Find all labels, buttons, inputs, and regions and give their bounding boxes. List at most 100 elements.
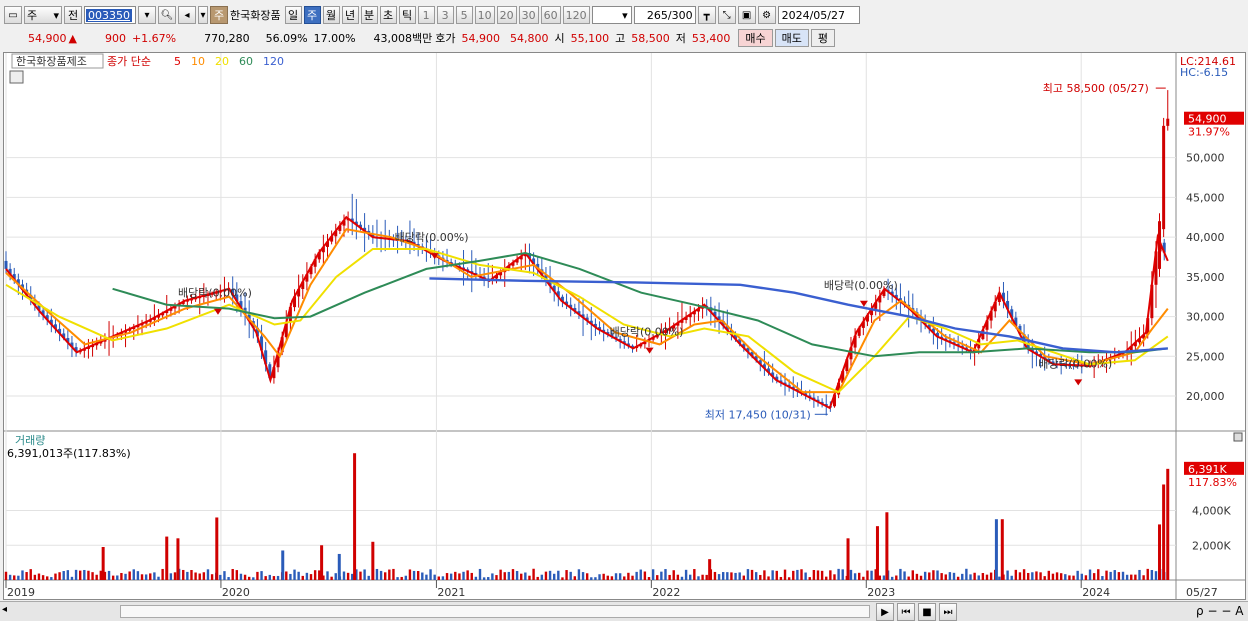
volume-bar <box>841 569 844 580</box>
volume-bar <box>779 576 783 580</box>
rewind-icon[interactable]: ⏮ <box>897 603 915 621</box>
volume-bar <box>454 571 457 580</box>
volume-bar <box>470 572 473 580</box>
volume-bar <box>833 574 836 580</box>
volume-bar <box>557 570 560 580</box>
interval-button-3[interactable]: 년 <box>341 6 359 24</box>
volume-bar <box>144 574 148 580</box>
interval-button-5[interactable]: 초 <box>379 6 397 24</box>
volume-bar <box>433 574 436 580</box>
volume-bar <box>70 576 74 580</box>
volume-bar <box>1064 574 1067 580</box>
last-date-label: 05/27 <box>1186 586 1218 599</box>
up-arrow-icon: ▲ <box>68 31 77 45</box>
volume-bar <box>849 569 853 580</box>
draw-tool-icon[interactable]: ⤡ <box>717 6 736 24</box>
zoom-out-icon[interactable]: − <box>1207 604 1217 618</box>
volume-bar <box>606 575 609 580</box>
volume-bar <box>1097 569 1100 580</box>
high-label: 고 <box>615 32 626 45</box>
volume-bar <box>29 569 32 580</box>
volume-bar <box>684 569 688 580</box>
chevron-down-icon: ▾ <box>622 8 628 22</box>
volume-bar <box>116 575 119 580</box>
eval-button[interactable]: 평 <box>810 29 836 47</box>
gear-icon[interactable]: ⚙ <box>757 6 776 24</box>
layout-icon[interactable]: ▭ <box>4 6 22 24</box>
stop-icon[interactable]: ■ <box>918 603 936 621</box>
close-icon[interactable] <box>1233 432 1243 442</box>
tick-number-button-20[interactable]: 20 <box>496 6 517 24</box>
volume-bar <box>885 512 889 580</box>
chart-svg: 50,000 45,000 40,000 35,000 30,000 25,000 20,0… <box>4 53 1245 599</box>
volume-bar <box>157 576 160 580</box>
volume-bar <box>293 569 296 580</box>
volume-bar <box>1035 571 1038 580</box>
volume-bar <box>816 570 820 580</box>
volume-bar <box>466 570 469 580</box>
volume-bar <box>759 574 762 580</box>
volume-bar <box>215 517 219 580</box>
volume-bar <box>689 574 692 580</box>
volume-bar <box>66 570 70 580</box>
search-icon[interactable]: 🔍︎ <box>158 6 176 24</box>
zoom-in-icon[interactable]: ρ <box>1196 604 1204 618</box>
buy-button[interactable]: 매수 <box>738 29 773 47</box>
dropdown-icon[interactable]: ▾ <box>138 6 156 24</box>
interval-button-2[interactable]: 월 <box>322 6 340 24</box>
tick-number-button-5[interactable]: 5 <box>455 6 473 24</box>
save-icon[interactable]: ▣ <box>737 6 756 24</box>
fast-forward-icon[interactable]: ⏭ <box>939 603 957 621</box>
volume-bar <box>107 570 111 580</box>
minus-icon[interactable]: − <box>1221 604 1231 618</box>
interval-button-4[interactable]: 분 <box>360 6 378 24</box>
price-type-button[interactable]: 전 <box>64 6 82 24</box>
tick-number-button-60[interactable]: 60 <box>540 6 561 24</box>
volume-bar <box>186 571 189 580</box>
volume-bar <box>528 575 531 580</box>
tick-number-button-10[interactable]: 10 <box>474 6 495 24</box>
candle-body <box>4 260 8 269</box>
ma-line-5 <box>5 215 1169 410</box>
font-size-icon[interactable]: A <box>1235 604 1243 618</box>
volume-bar <box>651 569 655 580</box>
ex-dividend-annotation: 배당락(0.00%) <box>610 326 684 339</box>
speaker-icon[interactable]: ◂ <box>178 6 196 24</box>
period-type-select[interactable]: 주 ▾ <box>24 6 62 24</box>
volume-bar <box>1059 573 1063 580</box>
volume-bar <box>668 574 671 580</box>
volume-bar <box>111 575 115 580</box>
price-change: 900 <box>104 31 126 45</box>
date-field[interactable]: 2024/05/27 <box>777 6 860 24</box>
scroll-thumb[interactable] <box>120 605 870 618</box>
interval-button-6[interactable]: 틱 <box>398 6 416 24</box>
volume-bar <box>153 572 156 580</box>
interval-button-0[interactable]: 일 <box>284 6 302 24</box>
volume-bar <box>754 572 758 580</box>
volume-bar <box>202 572 206 580</box>
count-field[interactable]: 265/300 <box>633 6 696 24</box>
interval-button-1[interactable]: 주 <box>303 6 321 24</box>
candle-type-icon[interactable]: ┳ <box>697 6 716 24</box>
volume-bar <box>928 572 931 580</box>
stock-code-input[interactable]: 003350 <box>84 6 136 24</box>
scroll-left-icon[interactable]: ◂ <box>2 604 7 615</box>
sell-button[interactable]: 매도 <box>774 29 809 47</box>
volume-bar <box>672 570 675 580</box>
table-icon[interactable] <box>9 70 24 84</box>
volume-bar <box>1084 575 1088 580</box>
volume-bar <box>738 572 741 580</box>
tick-number-button-1[interactable]: 1 <box>417 6 435 24</box>
volume-bar <box>161 568 164 580</box>
open-label: 시 <box>554 32 565 45</box>
volume-bar <box>870 570 873 580</box>
chevron-down-icon[interactable]: ▾ <box>198 6 208 24</box>
volume-bar <box>507 571 511 580</box>
volume-bar <box>132 569 135 580</box>
tick-number-button-30[interactable]: 30 <box>518 6 539 24</box>
count-dropdown[interactable]: ▾ <box>591 6 632 24</box>
play-icon[interactable]: ▶ <box>876 603 894 621</box>
legend-period-5: 5 <box>174 55 181 68</box>
tick-number-button-3[interactable]: 3 <box>436 6 454 24</box>
tick-number-button-120[interactable]: 120 <box>562 6 590 24</box>
